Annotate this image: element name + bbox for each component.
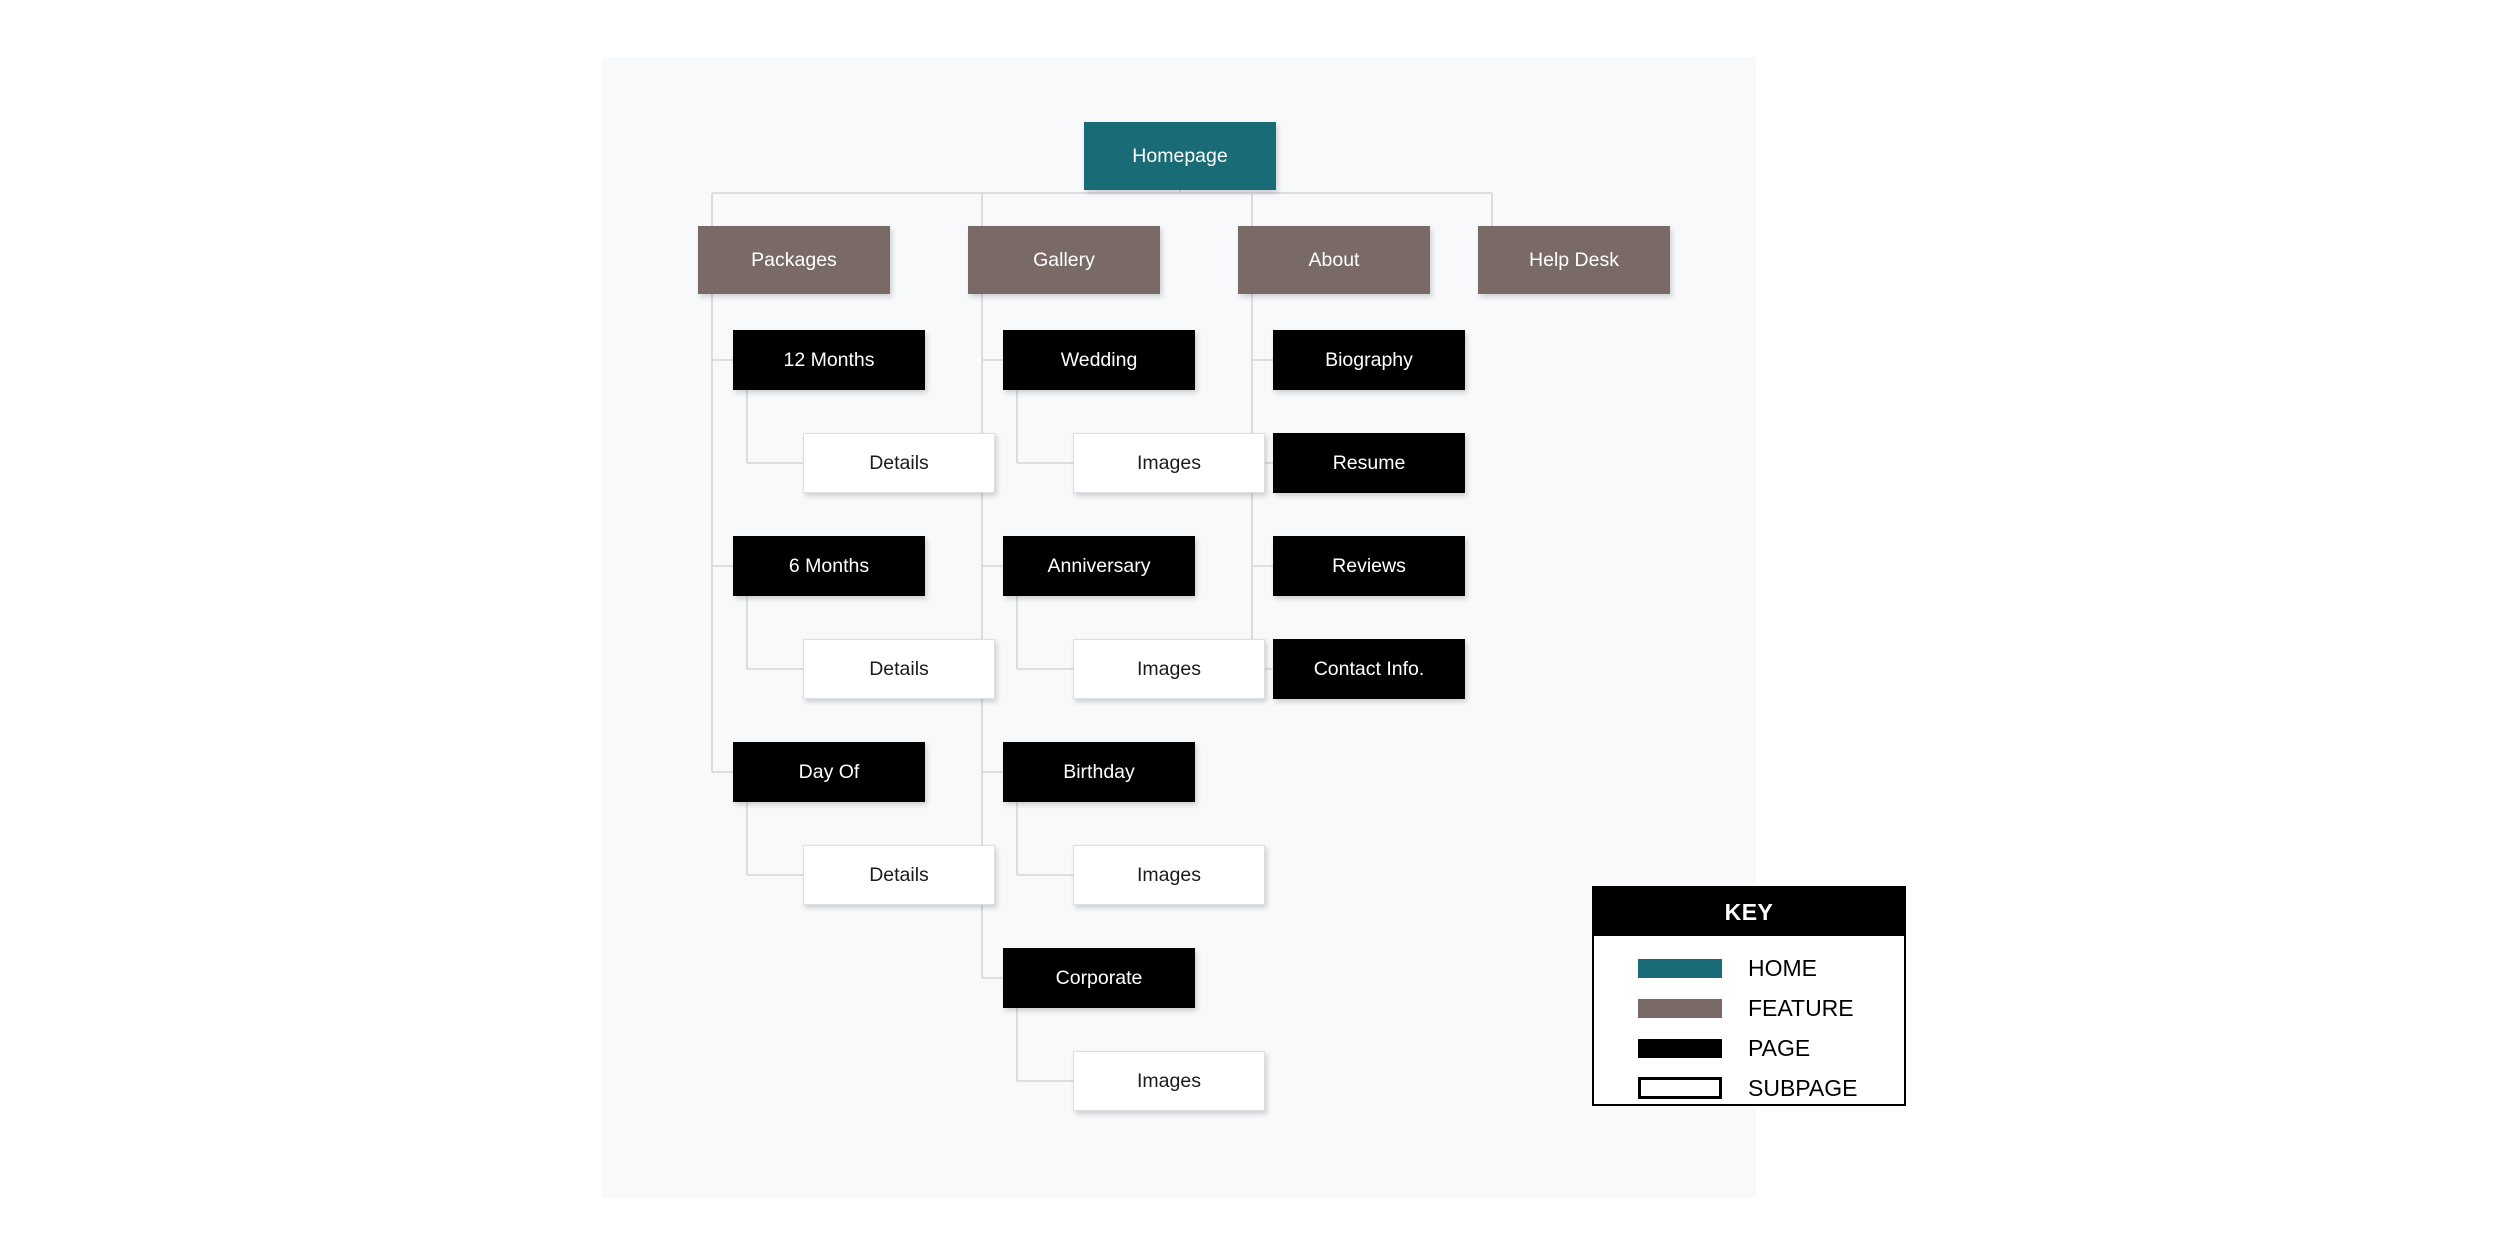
- legend-swatch-page: [1638, 1038, 1722, 1058]
- node-feature-gallery[interactable]: Gallery: [968, 226, 1160, 294]
- node-page-biography[interactable]: Biography: [1273, 330, 1465, 390]
- legend-row-subpage: SUBPAGE: [1594, 1068, 1904, 1108]
- node-page-day-of[interactable]: Day Of: [733, 742, 925, 802]
- node-feature-about[interactable]: About: [1238, 226, 1430, 294]
- legend-row-feature: FEATURE: [1594, 988, 1904, 1028]
- node-subpage-images[interactable]: Images: [1073, 845, 1265, 905]
- node-page-12-months[interactable]: 12 Months: [733, 330, 925, 390]
- legend-key: KEY HOME FEATURE PAGE SUBPAGE: [1592, 886, 1906, 1106]
- legend-label-page: PAGE: [1748, 1034, 1811, 1061]
- node-page-anniversary[interactable]: Anniversary: [1003, 536, 1195, 596]
- legend-row-home: HOME: [1594, 948, 1904, 988]
- node-homepage[interactable]: Homepage: [1084, 122, 1276, 190]
- sitemap-canvas: Homepage Packages 12 Months Details 6 Months…: [602, 57, 1756, 1198]
- node-page-contact-info-[interactable]: Contact Info.: [1273, 639, 1465, 699]
- node-feature-help-desk[interactable]: Help Desk: [1478, 226, 1670, 294]
- node-feature-packages[interactable]: Packages: [698, 226, 890, 294]
- node-subpage-images[interactable]: Images: [1073, 433, 1265, 493]
- legend-swatch-subpage: [1638, 1077, 1722, 1099]
- node-subpage-images[interactable]: Images: [1073, 639, 1265, 699]
- legend-label-subpage: SUBPAGE: [1748, 1074, 1858, 1101]
- node-subpage-details[interactable]: Details: [803, 433, 995, 493]
- legend-rows: HOME FEATURE PAGE SUBPAGE: [1594, 936, 1904, 1108]
- node-page-corporate[interactable]: Corporate: [1003, 948, 1195, 1008]
- node-page-reviews[interactable]: Reviews: [1273, 536, 1465, 596]
- legend-swatch-feature: [1638, 998, 1722, 1018]
- node-page-resume[interactable]: Resume: [1273, 433, 1465, 493]
- node-subpage-images[interactable]: Images: [1073, 1051, 1265, 1111]
- legend-title: KEY: [1594, 888, 1904, 936]
- node-subpage-details[interactable]: Details: [803, 845, 995, 905]
- legend-swatch-home: [1638, 958, 1722, 978]
- legend-label-feature: FEATURE: [1748, 994, 1854, 1021]
- node-page-birthday[interactable]: Birthday: [1003, 742, 1195, 802]
- node-page-wedding[interactable]: Wedding: [1003, 330, 1195, 390]
- legend-label-home: HOME: [1748, 954, 1817, 981]
- legend-row-page: PAGE: [1594, 1028, 1904, 1068]
- node-subpage-details[interactable]: Details: [803, 639, 995, 699]
- node-page-6-months[interactable]: 6 Months: [733, 536, 925, 596]
